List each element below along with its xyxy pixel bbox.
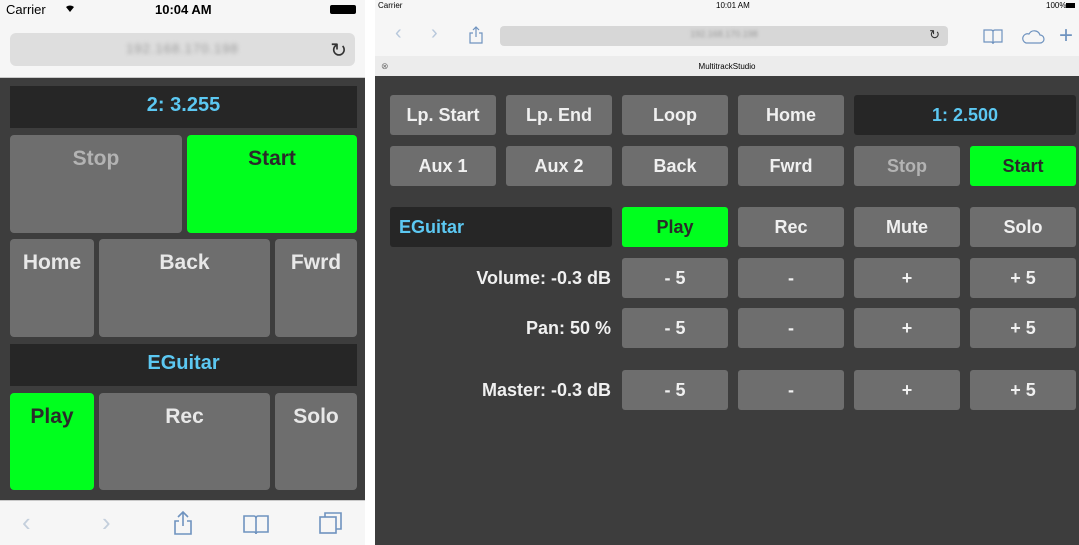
start-button[interactable]: Start <box>187 135 357 233</box>
master-minus-5-button[interactable]: - 5 <box>622 370 728 410</box>
icloud-tabs-icon[interactable] <box>1021 30 1045 49</box>
share-icon[interactable] <box>172 510 194 543</box>
play-button[interactable]: Play <box>622 207 728 247</box>
volume-plus-5-button[interactable]: + 5 <box>970 258 1076 298</box>
reload-icon[interactable]: ↻ <box>330 38 347 63</box>
forward-arrow-icon[interactable]: › <box>102 507 111 538</box>
volume-minus-5-button[interactable]: - 5 <box>622 258 728 298</box>
master-minus-button[interactable]: - <box>738 370 844 410</box>
address-bar[interactable]: 192.168.170.198 ↻ <box>500 26 948 46</box>
ipad-screen: Carrier 10:01 AM 100% ‹ › 192.168.170.19… <box>375 0 1079 545</box>
stop-button[interactable]: Stop <box>854 146 960 186</box>
forward-arrow-icon[interactable]: › <box>431 22 438 45</box>
safari-header: Carrier 10:01 AM 100% ‹ › 192.168.170.19… <box>375 0 1079 76</box>
back-arrow-icon[interactable]: ‹ <box>395 22 402 45</box>
aux2-button[interactable]: Aux 2 <box>506 146 612 186</box>
clock: 10:04 AM <box>155 2 212 17</box>
pan-label: Pan: 50 % <box>525 318 611 338</box>
volume-label: Volume: -0.3 dB <box>476 268 611 288</box>
aux1-button[interactable]: Aux 1 <box>390 146 496 186</box>
rec-button[interactable]: Rec <box>99 393 270 490</box>
new-tab-icon[interactable]: + <box>1059 22 1073 50</box>
bookmarks-icon[interactable] <box>242 512 270 543</box>
tabs-icon[interactable] <box>318 510 344 543</box>
wifi-icon <box>63 0 77 17</box>
loop-start-button[interactable]: Lp. Start <box>390 95 496 135</box>
loop-button[interactable]: Loop <box>622 95 728 135</box>
volume-minus-button[interactable]: - <box>738 258 844 298</box>
clock: 10:01 AM <box>716 1 750 10</box>
track-name: EGuitar <box>390 207 612 247</box>
address-bar[interactable]: 192.168.170.198 ↻ <box>10 33 355 66</box>
loop-end-button[interactable]: Lp. End <box>506 95 612 135</box>
pan-minus-button[interactable]: - <box>738 308 844 348</box>
back-arrow-icon[interactable]: ‹ <box>22 507 31 538</box>
carrier-label: Carrier <box>6 2 46 17</box>
play-button[interactable]: Play <box>10 393 94 490</box>
tab-multitrackstudio[interactable]: ⊗ MultitrackStudio <box>375 56 1079 76</box>
start-button[interactable]: Start <box>970 146 1076 186</box>
track-name: EGuitar <box>10 344 357 386</box>
pan-plus-5-button[interactable]: + 5 <box>970 308 1076 348</box>
battery-label: 100% <box>1046 1 1067 10</box>
master-plus-button[interactable]: + <box>854 370 960 410</box>
url-text: 192.168.170.198 <box>690 29 758 39</box>
master-plus-5-button[interactable]: + 5 <box>970 370 1076 410</box>
status-bar: Carrier 10:01 AM 100% <box>375 0 1079 14</box>
solo-button[interactable]: Solo <box>275 393 357 490</box>
fwrd-button[interactable]: Fwrd <box>738 146 844 186</box>
status-bar: Carrier 10:04 AM <box>0 0 365 22</box>
pan-plus-button[interactable]: + <box>854 308 960 348</box>
home-button[interactable]: Home <box>738 95 844 135</box>
share-icon[interactable] <box>469 26 483 49</box>
home-button[interactable]: Home <box>10 239 94 337</box>
battery-icon <box>1066 3 1075 8</box>
tab-title: MultitrackStudio <box>698 62 756 71</box>
back-button[interactable]: Back <box>99 239 270 337</box>
position-display: 2: 3.255 <box>10 86 357 128</box>
volume-plus-button[interactable]: + <box>854 258 960 298</box>
master-label: Master: -0.3 dB <box>481 380 611 400</box>
iphone-screen: Carrier 10:04 AM 192.168.170.198 ↻ 2: 3.… <box>0 0 365 545</box>
safari-header: Carrier 10:04 AM 192.168.170.198 ↻ <box>0 0 365 78</box>
carrier-label: Carrier <box>378 1 403 10</box>
rec-button[interactable]: Rec <box>738 207 844 247</box>
bookmarks-icon[interactable] <box>983 29 1003 50</box>
solo-button[interactable]: Solo <box>970 207 1076 247</box>
fwrd-button[interactable]: Fwrd <box>275 239 357 337</box>
url-text: 192.168.170.198 <box>126 41 239 56</box>
battery-icon <box>330 5 356 14</box>
mute-button[interactable]: Mute <box>854 207 960 247</box>
back-button[interactable]: Back <box>622 146 728 186</box>
position-display: 1: 2.500 <box>854 95 1076 135</box>
pan-minus-5-button[interactable]: - 5 <box>622 308 728 348</box>
reload-icon[interactable]: ↻ <box>929 27 940 43</box>
stop-button[interactable]: Stop <box>10 135 182 233</box>
safari-toolbar: ‹ › <box>0 500 365 545</box>
close-tab-icon[interactable]: ⊗ <box>381 61 389 72</box>
